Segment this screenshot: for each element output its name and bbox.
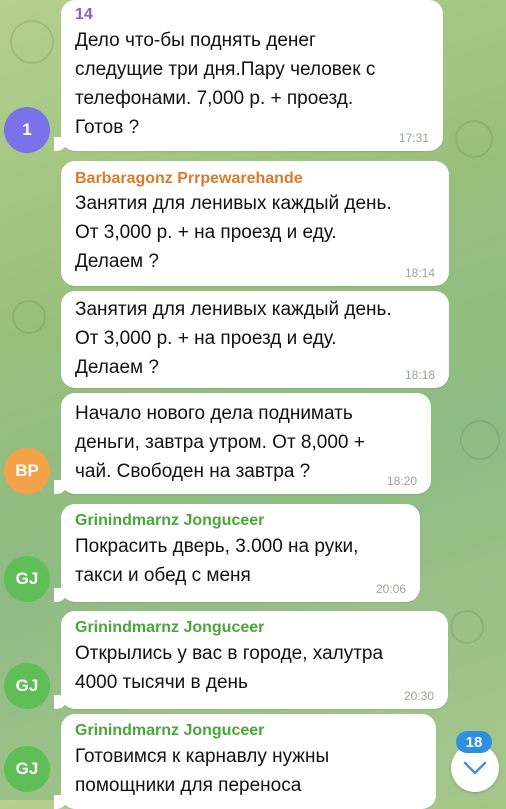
message-time: 17:31 xyxy=(398,131,429,145)
chevron-down-icon xyxy=(463,761,487,775)
avatar[interactable]: GJ xyxy=(4,663,50,709)
background-doodle xyxy=(455,120,493,158)
message-sender[interactable]: Grinindmarnz Jonguceer xyxy=(75,510,406,532)
message-text: Занятия для ленивых каждый день. От 3,00… xyxy=(75,193,392,272)
avatar-initials: GJ xyxy=(15,569,39,588)
avatar[interactable]: 1 xyxy=(4,107,50,153)
message-time: 20:06 xyxy=(375,582,406,596)
unread-count-badge[interactable]: 18 xyxy=(456,731,492,753)
message-bubble[interactable]: Barbaragonz Prrpewarehande Занятия для л… xyxy=(61,161,449,286)
background-doodle xyxy=(460,420,500,460)
message-text: Открылись у вас в городе, халутра 4000 т… xyxy=(75,643,384,693)
message-text: Начало нового дела поднимать деньги, зав… xyxy=(75,403,365,482)
avatar-initials: GJ xyxy=(15,759,39,778)
avatar[interactable]: GJ xyxy=(4,556,50,602)
message-time: 20:30 xyxy=(403,689,434,703)
background-doodle xyxy=(12,300,46,334)
message-sender[interactable]: Grinindmarnz Jonguceer xyxy=(75,720,422,742)
message-text: Занятия для ленивых каждый день. От 3,00… xyxy=(75,299,392,378)
message-bubble[interactable]: Начало нового дела поднимать деньги, зав… xyxy=(54,393,431,494)
message-time: 18:18 xyxy=(404,368,435,382)
message-sender[interactable]: Grinindmarnz Jonguceer xyxy=(75,617,434,639)
message-bubble[interactable]: 14 Дело что-бы поднять денег следущие тр… xyxy=(54,0,443,151)
message-bubble[interactable]: Grinindmarnz Jonguceer Открылись у вас в… xyxy=(54,611,448,709)
avatar-initials: 1 xyxy=(22,120,32,139)
background-doodle xyxy=(450,610,484,644)
avatar-initials: BP xyxy=(15,461,39,480)
message-text: Покрасить дверь, 3.000 на руки, такси и … xyxy=(75,536,359,586)
message-bubble[interactable]: Grinindmarnz Jonguceer Покрасить дверь, … xyxy=(54,504,420,602)
avatar[interactable]: BP xyxy=(4,448,50,494)
avatar[interactable]: GJ xyxy=(4,746,50,792)
message-bubble[interactable]: Grinindmarnz Jonguceer Готовимся к карна… xyxy=(54,714,436,809)
message-time: 18:14 xyxy=(404,266,435,280)
message-sender[interactable]: Barbaragonz Prrpewarehande xyxy=(75,169,435,189)
message-text: Готовимся к карнавлу нужны помощники для… xyxy=(75,746,330,796)
message-time: 18:20 xyxy=(386,474,417,488)
background-doodle xyxy=(10,20,54,64)
message-sender[interactable]: 14 xyxy=(75,4,429,26)
message-bubble[interactable]: Занятия для ленивых каждый день. От 3,00… xyxy=(61,291,449,388)
avatar-initials: GJ xyxy=(15,676,39,695)
message-text: Дело что-бы поднять денег следущие три д… xyxy=(75,30,376,138)
